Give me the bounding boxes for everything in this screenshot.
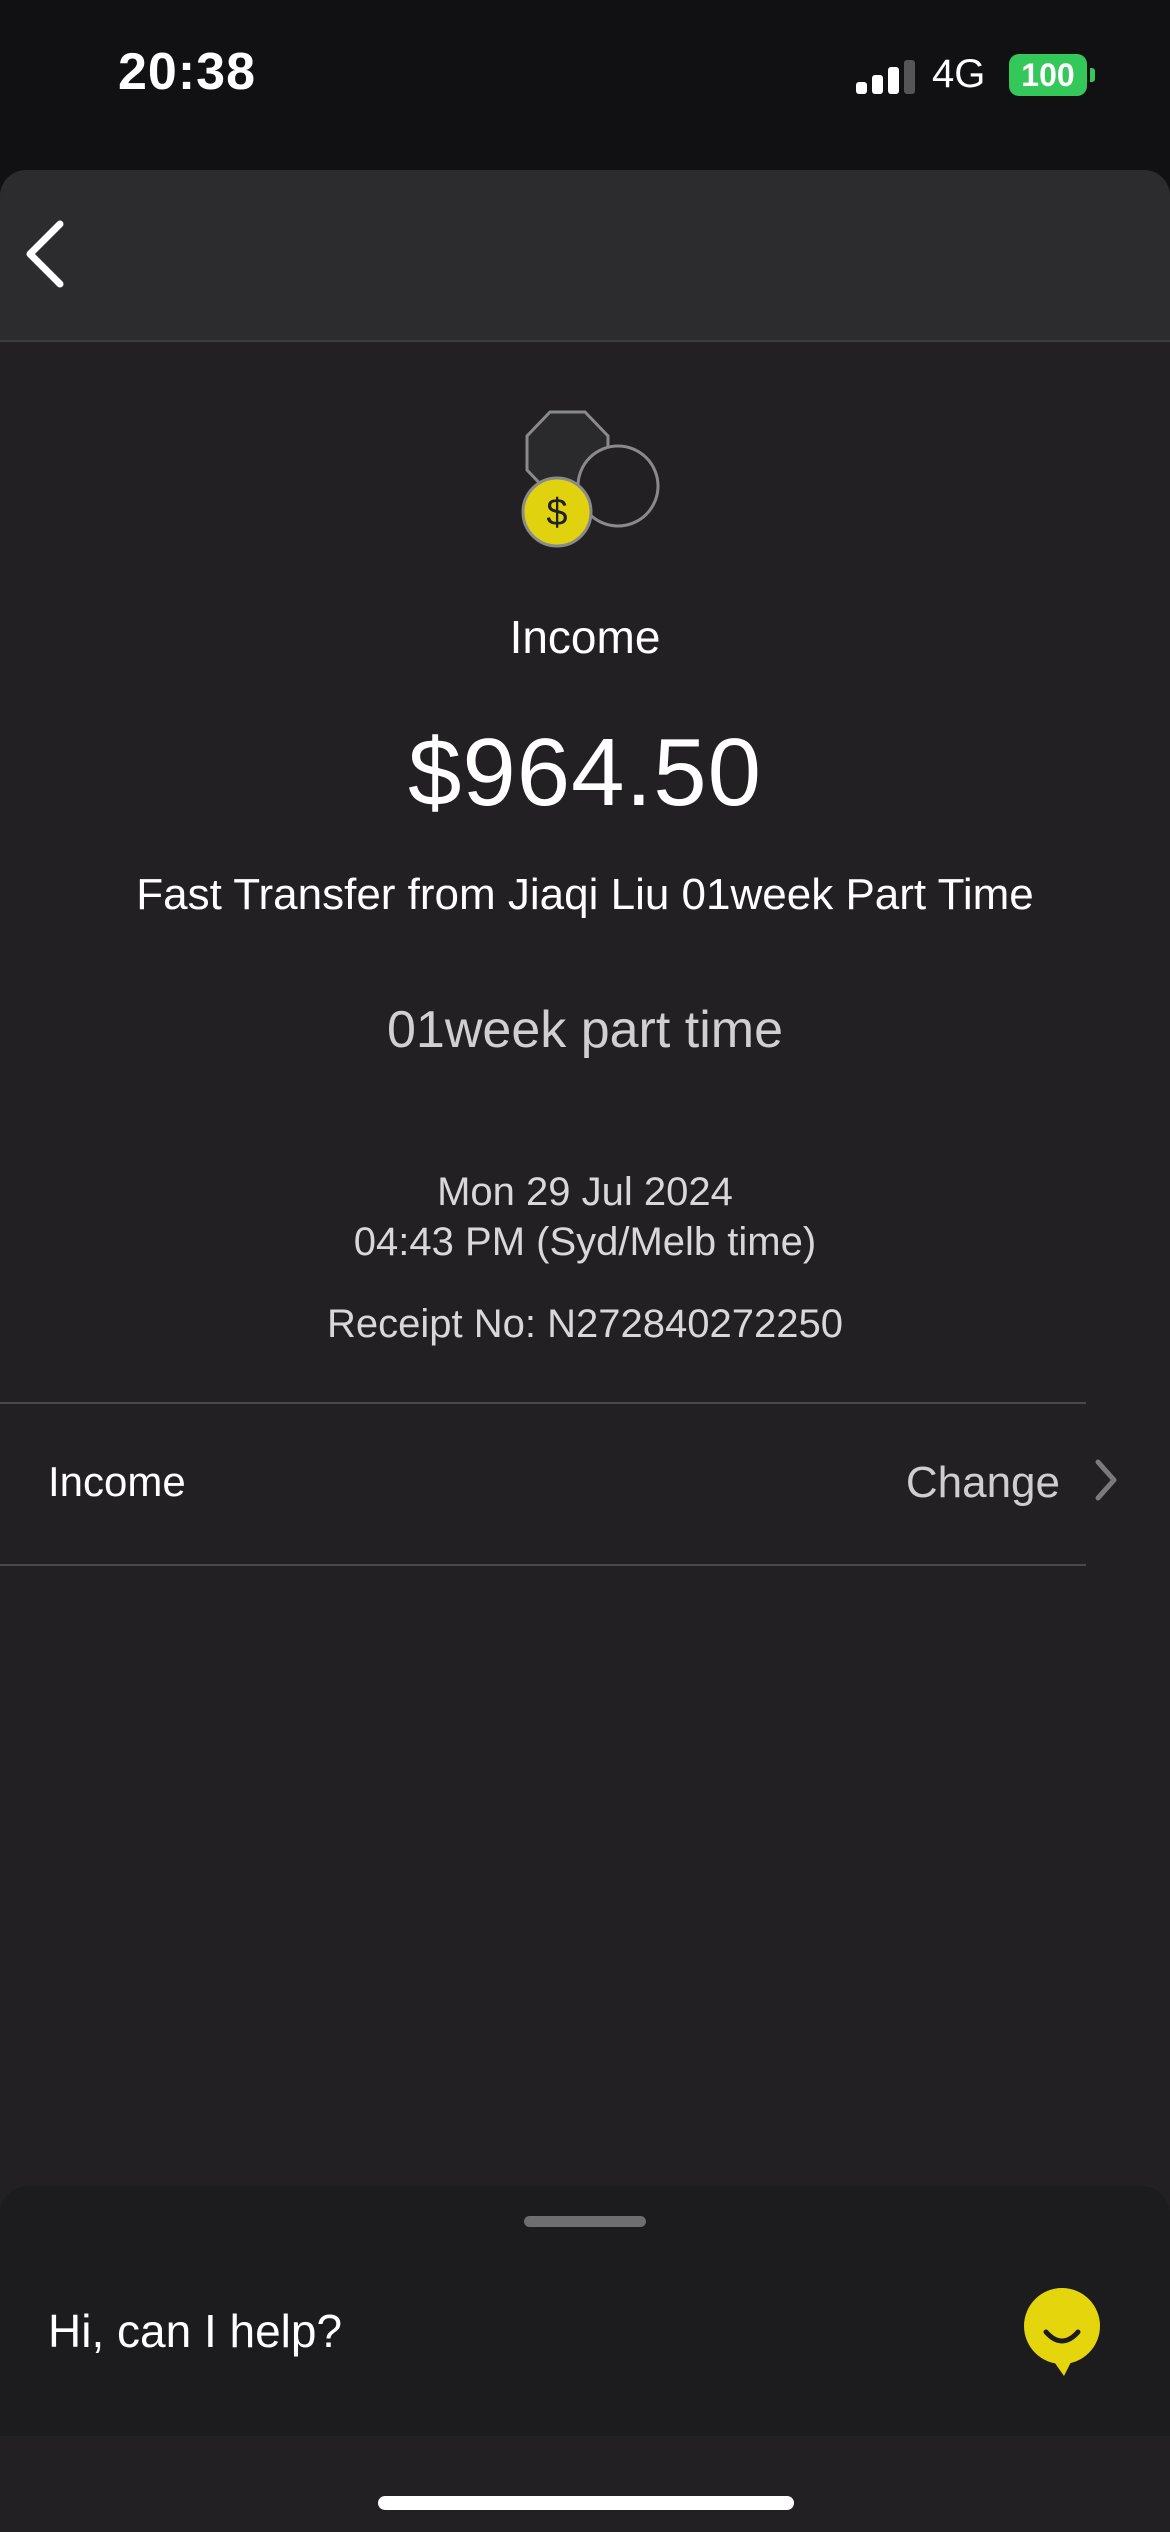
status-time: 20:38 — [118, 43, 256, 101]
assistant-prompt[interactable]: Hi, can I help? — [48, 2304, 342, 2358]
transaction-category: Income — [509, 611, 661, 663]
category-row[interactable]: Income Change — [0, 1402, 1170, 1562]
network-type: 4G — [932, 52, 986, 96]
transaction-time: 04:43 PM (Syd/Melb time) — [353, 1220, 817, 1264]
transaction-detail-sheet: $ Income $964.50 Fast Transfer from Jiaq… — [0, 170, 1170, 2532]
category-row-label: Income — [48, 1458, 186, 1505]
coins-icon: $ — [505, 406, 665, 566]
chevron-left-icon — [26, 220, 64, 288]
signal-strength-icon — [856, 60, 916, 94]
battery-icon: 100 — [1009, 54, 1087, 96]
status-bar: 20:38 4G 100 — [0, 0, 1170, 160]
drag-handle[interactable] — [524, 2216, 646, 2227]
chevron-right-icon — [1095, 1459, 1117, 1501]
transaction-note[interactable]: 01week part time — [0, 1000, 1170, 1060]
battery-level: 100 — [1021, 57, 1075, 93]
receipt-number: Receipt No: N272840272250 — [327, 1302, 843, 1346]
home-indicator[interactable] — [378, 2496, 794, 2510]
transaction-amount: $964.50 — [407, 719, 762, 826]
change-category-button[interactable]: Change — [906, 1458, 1060, 1508]
nav-header — [0, 170, 1170, 342]
divider-bottom — [0, 1564, 1086, 1566]
svg-text:$: $ — [546, 492, 567, 534]
transaction-date: Mon 29 Jul 2024 — [437, 1170, 733, 1214]
back-button[interactable] — [16, 214, 96, 294]
transaction-description: Fast Transfer from Jiaqi Liu 01week Part… — [136, 870, 1034, 919]
assistant-bar[interactable]: Hi, can I help? — [0, 2186, 1170, 2436]
battery-tip — [1090, 68, 1095, 82]
smiley-chat-icon[interactable] — [1020, 2286, 1104, 2378]
